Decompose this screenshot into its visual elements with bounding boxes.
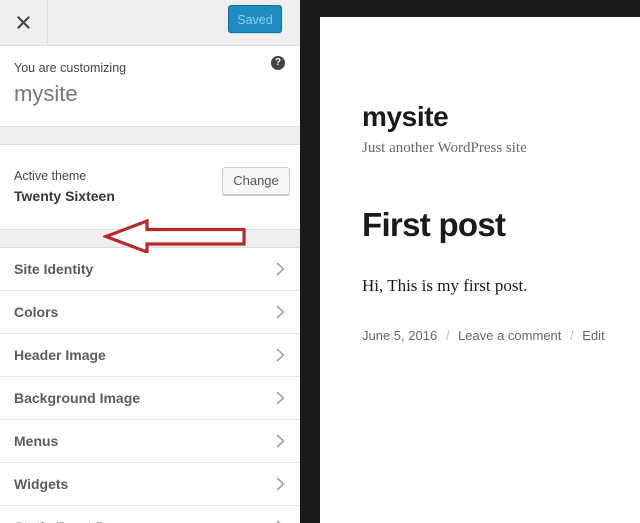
post-meta: June 5, 2016 / Leave a comment / Edit <box>362 326 640 345</box>
section-label: Static Front Page <box>14 518 129 523</box>
site-preview-frame: mysite Just another WordPress site First… <box>300 0 640 523</box>
section-label: Background Image <box>14 390 141 406</box>
sidebar-item-colors[interactable]: Colors <box>0 291 300 334</box>
chevron-right-icon <box>276 391 285 405</box>
post-date: June 5, 2016 <box>362 328 438 343</box>
customizing-site-name: mysite <box>14 81 78 106</box>
customizer-section-list: Site Identity Colors Header Image Backgr… <box>0 248 300 523</box>
preview-site-content: mysite Just another WordPress site First… <box>320 17 640 523</box>
change-theme-button[interactable]: Change <box>222 167 290 195</box>
preview-site-title: mysite <box>362 101 449 132</box>
panel-header: Saved <box>0 0 300 46</box>
panel-divider-sections <box>0 230 300 248</box>
wordpress-customizer-screen: Saved You are customizing mysite ? Activ… <box>0 0 640 523</box>
preview-site-description: Just another WordPress site <box>362 140 527 156</box>
sidebar-item-site-identity[interactable]: Site Identity <box>0 248 300 291</box>
close-x-icon <box>17 15 30 29</box>
post-title: First post <box>362 206 506 243</box>
chevron-right-icon <box>276 305 285 319</box>
sidebar-item-background-image[interactable]: Background Image <box>0 377 300 420</box>
sidebar-item-static-front-page[interactable]: Static Front Page <box>0 506 300 523</box>
customizer-panel: Saved You are customizing mysite ? Activ… <box>0 0 300 523</box>
site-branding: mysite Just another WordPress site <box>320 17 640 159</box>
section-label: Menus <box>14 433 59 449</box>
post-body-text: Hi, This is my first post. <box>362 276 528 295</box>
section-label: Widgets <box>14 476 69 492</box>
chevron-right-icon <box>276 477 285 491</box>
leave-a-comment-link[interactable]: Leave a comment <box>458 328 561 343</box>
chevron-right-icon <box>276 262 285 276</box>
close-customizer-button[interactable] <box>0 0 48 44</box>
sidebar-item-menus[interactable]: Menus <box>0 420 300 463</box>
help-question-icon[interactable]: ? <box>271 56 285 70</box>
section-label: Header Image <box>14 347 106 363</box>
active-theme-block: Active theme Twenty Sixteen Change <box>0 145 300 230</box>
post-article: First post Hi, This is my first post. Ju… <box>320 159 640 345</box>
customizing-label: You are customizing <box>14 61 127 75</box>
section-label: Colors <box>14 304 59 320</box>
save-button[interactable]: Saved <box>228 5 282 33</box>
chevron-right-icon <box>276 348 285 362</box>
meta-separator: / <box>570 328 574 343</box>
sidebar-item-header-image[interactable]: Header Image <box>0 334 300 377</box>
edit-post-link[interactable]: Edit <box>582 328 604 343</box>
panel-divider-top <box>0 127 300 145</box>
meta-separator: / <box>445 328 450 343</box>
preview-topbar <box>300 0 640 17</box>
section-label: Site Identity <box>14 261 94 277</box>
sidebar-item-widgets[interactable]: Widgets <box>0 463 300 506</box>
chevron-right-icon <box>276 434 285 448</box>
customizing-info-block: You are customizing mysite ? <box>0 46 300 127</box>
